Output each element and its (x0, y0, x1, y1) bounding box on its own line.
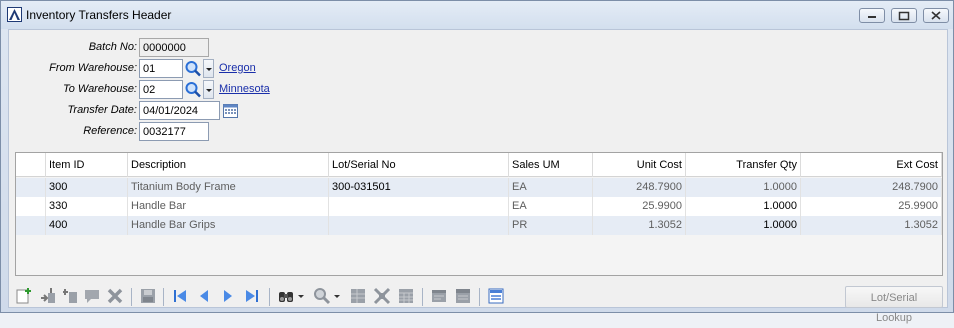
insert-above-icon[interactable] (61, 287, 79, 305)
ext-cost-cell[interactable]: 25.9900 (801, 197, 942, 216)
inventory-transfers-window: Inventory Transfers Header Batch No: Fro… (0, 0, 954, 324)
column-header-lot-serial[interactable]: Lot/Serial No (329, 153, 509, 177)
to-warehouse-lookup-button[interactable] (184, 80, 202, 99)
from-warehouse-name-link[interactable]: Oregon (219, 62, 256, 74)
minimize-icon (868, 16, 876, 18)
from-warehouse-field[interactable] (139, 59, 183, 78)
calendar-button[interactable] (222, 102, 239, 119)
first-record-icon[interactable] (171, 287, 189, 305)
close-button[interactable] (923, 8, 949, 23)
to-warehouse-dropdown-button[interactable] (203, 80, 214, 99)
close-icon (931, 11, 941, 20)
column-header-item-id[interactable]: Item ID (46, 153, 128, 177)
lot-serial-cell[interactable]: 300-031501 (329, 178, 509, 197)
column-header-sales-um[interactable]: Sales UM (509, 153, 593, 177)
list-icon[interactable] (454, 287, 472, 305)
customize-icon[interactable] (487, 287, 505, 305)
form-body: Batch No: From Warehouse: Oregon To Ware… (8, 29, 948, 324)
lot-serial-cell[interactable] (329, 197, 509, 216)
unit-cost-cell[interactable]: 248.7900 (593, 178, 686, 197)
magnifier-icon (185, 61, 201, 77)
item-id-cell[interactable]: 330 (46, 197, 128, 216)
save-icon[interactable] (139, 287, 157, 305)
transfer-qty-cell[interactable]: 1.0000 (686, 216, 801, 235)
minimize-button[interactable] (859, 8, 885, 23)
unit-cost-cell[interactable]: 25.9900 (593, 197, 686, 216)
lot-serial-cell[interactable] (329, 216, 509, 235)
app-logo-icon (7, 7, 22, 22)
toolbar-separator (131, 288, 132, 306)
item-id-cell[interactable]: 400 (46, 216, 128, 235)
batch-no-label: Batch No: (88, 41, 137, 53)
column-header-description[interactable]: Description (128, 153, 329, 177)
expand-icon[interactable] (373, 287, 391, 305)
row-selector[interactable] (16, 178, 46, 197)
table-icon[interactable] (397, 287, 415, 305)
ext-cost-cell[interactable]: 248.7900 (801, 178, 942, 197)
calendar-icon (223, 104, 238, 118)
to-warehouse-name-link[interactable]: Minnesota (219, 83, 270, 95)
to-warehouse-field[interactable] (139, 80, 183, 99)
reference-field[interactable] (139, 122, 209, 141)
find-icon[interactable] (277, 287, 295, 305)
last-record-icon[interactable] (243, 287, 261, 305)
unit-cost-cell[interactable]: 1.3052 (593, 216, 686, 235)
column-header-unit-cost[interactable]: Unit Cost (593, 153, 686, 177)
transfer-qty-cell[interactable]: 1.0000 (686, 197, 801, 216)
table-row[interactable]: 400 Handle Bar Grips PR 1.3052 1.0000 1.… (16, 216, 942, 235)
magnifier-icon (185, 82, 201, 98)
sales-um-cell[interactable]: PR (509, 216, 593, 235)
reference-label: Reference: (83, 125, 137, 137)
table-row[interactable]: 330 Handle Bar EA 25.9900 1.0000 25.9900 (16, 197, 942, 216)
sales-um-cell[interactable]: EA (509, 178, 593, 197)
title-bar[interactable]: Inventory Transfers Header (1, 1, 953, 29)
description-cell[interactable]: Titanium Body Frame (128, 178, 329, 197)
maximize-icon (898, 11, 910, 21)
transfer-lines-grid[interactable]: Item ID Description Lot/Serial No Sales … (15, 152, 943, 276)
description-cell[interactable]: Handle Bar Grips (128, 216, 329, 235)
transfer-qty-cell[interactable]: 1.0000 (686, 178, 801, 197)
new-record-icon[interactable] (15, 287, 33, 305)
toolbar-separator (269, 288, 270, 306)
ext-cost-cell[interactable]: 1.3052 (801, 216, 942, 235)
toolbar-separator (422, 288, 423, 306)
item-id-cell[interactable]: 300 (46, 178, 128, 197)
column-header-ext-cost[interactable]: Ext Cost (801, 153, 942, 177)
from-warehouse-dropdown-button[interactable] (203, 59, 214, 78)
column-header-transfer-qty[interactable]: Transfer Qty (686, 153, 801, 177)
find-dropdown-icon[interactable] (296, 287, 306, 305)
transfer-date-field[interactable] (139, 101, 220, 120)
maximize-button[interactable] (891, 8, 917, 23)
next-record-icon[interactable] (219, 287, 237, 305)
to-warehouse-label: To Warehouse: (63, 83, 137, 95)
transfer-date-label: Transfer Date: (67, 104, 138, 116)
memo-icon[interactable] (83, 287, 101, 305)
toolbar-separator (479, 288, 480, 306)
grid-view-icon[interactable] (349, 287, 367, 305)
bottom-toolbar: Lot/Serial Lookup (15, 285, 943, 324)
zoom-dropdown-icon[interactable] (332, 287, 342, 305)
notes-icon[interactable] (430, 287, 448, 305)
from-warehouse-lookup-button[interactable] (184, 59, 202, 78)
grid-header: Item ID Description Lot/Serial No Sales … (16, 153, 942, 177)
previous-record-icon[interactable] (195, 287, 213, 305)
description-cell[interactable]: Handle Bar (128, 197, 329, 216)
batch-no-field[interactable] (139, 38, 209, 57)
zoom-icon[interactable] (313, 287, 331, 305)
insert-row-icon[interactable] (39, 287, 57, 305)
toolbar-separator (163, 288, 164, 306)
window-title: Inventory Transfers Header (26, 8, 172, 22)
row-selector[interactable] (16, 216, 46, 235)
row-selector[interactable] (16, 197, 46, 216)
table-row[interactable]: 300 Titanium Body Frame 300-031501 EA 24… (16, 178, 942, 197)
from-warehouse-label: From Warehouse: (49, 62, 137, 74)
sales-um-cell[interactable]: EA (509, 197, 593, 216)
lot-serial-lookup-button[interactable]: Lot/Serial Lookup (845, 286, 943, 324)
row-selector-header (16, 153, 46, 177)
delete-icon[interactable] (106, 287, 124, 305)
